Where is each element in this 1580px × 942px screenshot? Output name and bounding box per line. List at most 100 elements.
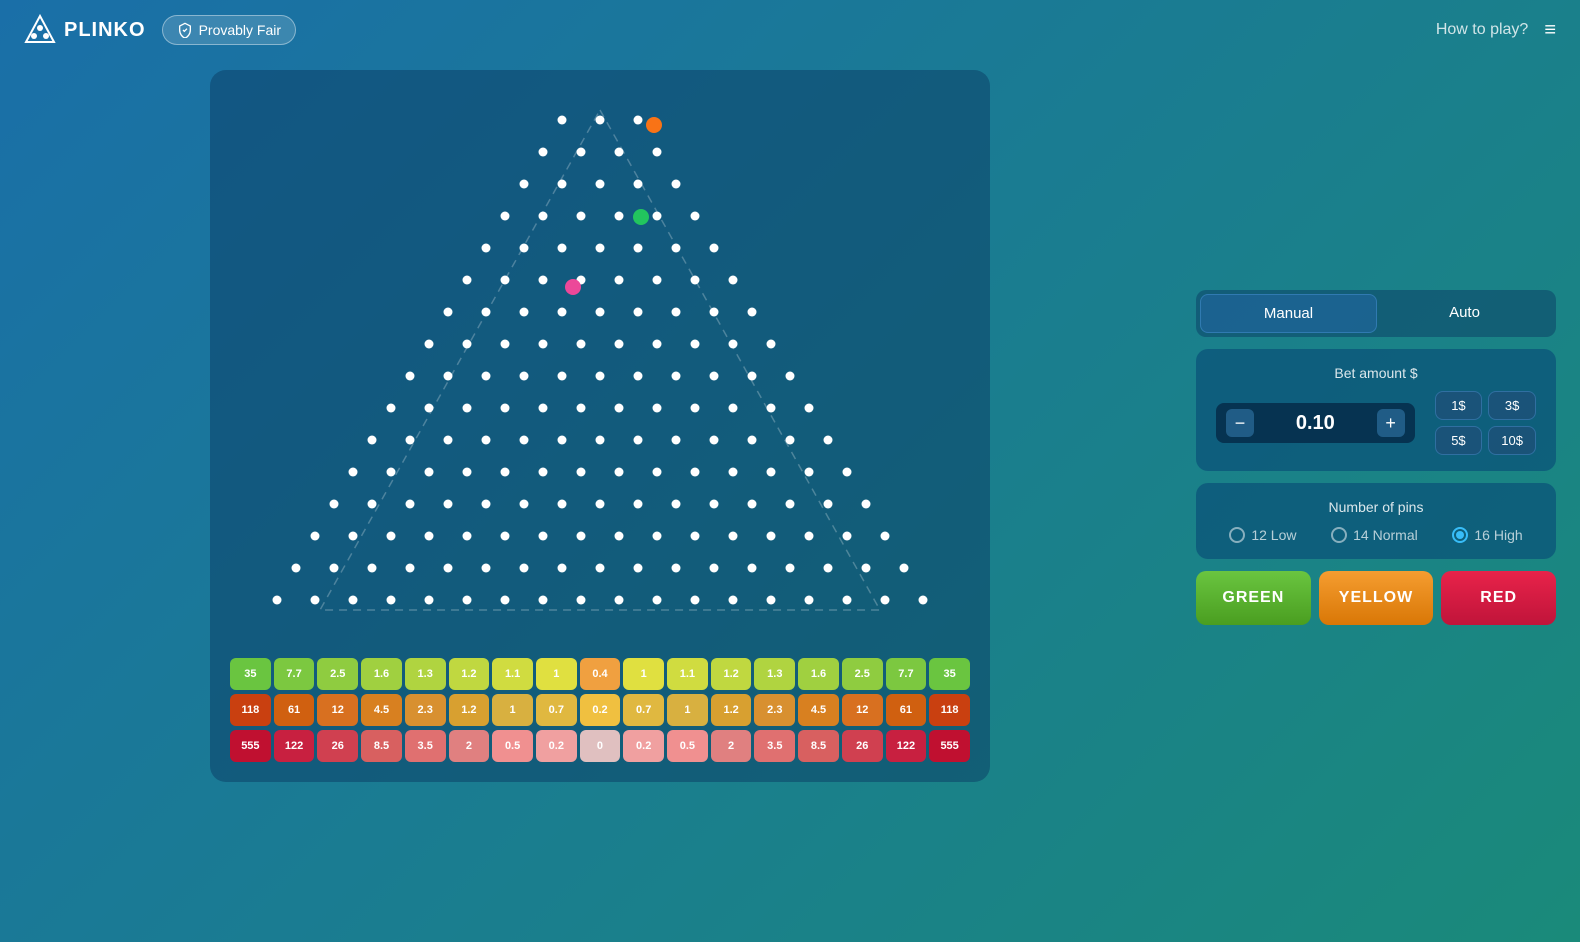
pin <box>881 596 890 605</box>
green-button[interactable]: GREEN <box>1196 571 1311 625</box>
pin <box>406 372 415 381</box>
pin <box>862 500 871 509</box>
multiplier-cell: 0 <box>580 730 621 762</box>
pin <box>482 372 491 381</box>
pin <box>634 308 643 317</box>
pin <box>843 468 852 477</box>
yellow-multiplier-row: 11861124.52.31.210.70.20.711.22.34.51261… <box>230 694 970 726</box>
multiplier-cell: 555 <box>929 730 970 762</box>
quick-bets: 1$3$5$10$ <box>1435 391 1536 455</box>
pin <box>482 244 491 253</box>
multiplier-cell: 1.3 <box>754 658 795 690</box>
pin <box>824 564 833 573</box>
multiplier-cell: 1.3 <box>405 658 446 690</box>
tab-manual[interactable]: Manual <box>1200 294 1377 333</box>
quick-bet-1$[interactable]: 1$ <box>1435 391 1483 420</box>
multiplier-cell: 8.5 <box>798 730 839 762</box>
bet-decrease-button[interactable]: − <box>1226 409 1254 437</box>
pin <box>767 340 776 349</box>
pin <box>653 276 662 285</box>
board-container: 357.72.51.61.31.21.110.411.11.21.31.62.5… <box>24 70 1176 932</box>
pin <box>862 564 871 573</box>
pin <box>520 180 529 189</box>
pin <box>710 372 719 381</box>
multiplier-cell: 35 <box>230 658 271 690</box>
pin <box>482 308 491 317</box>
pin <box>615 276 624 285</box>
pin <box>729 468 738 477</box>
header-left: PLINKO Provably Fair <box>24 14 296 46</box>
pin <box>900 564 909 573</box>
pin <box>501 596 510 605</box>
pin <box>577 148 586 157</box>
pins-options: 12 Low 14 Normal 16 High <box>1216 527 1536 543</box>
board-wrapper: 357.72.51.61.31.21.110.411.11.21.31.62.5… <box>210 70 990 782</box>
multiplier-cell: 1 <box>492 694 533 726</box>
pin <box>577 468 586 477</box>
pin <box>330 500 339 509</box>
pin <box>672 564 681 573</box>
pin <box>634 244 643 253</box>
pin <box>691 340 700 349</box>
multiplier-cell: 3.5 <box>405 730 446 762</box>
multiplier-cell: 1.2 <box>449 658 490 690</box>
pin <box>596 500 605 509</box>
pin <box>691 468 700 477</box>
pin <box>615 532 624 541</box>
pin <box>539 148 548 157</box>
pin <box>330 564 339 573</box>
bet-increase-button[interactable]: + <box>1377 409 1405 437</box>
bet-amount-card: Bet amount $ − 0.10 + 1$3$5$10$ <box>1196 349 1556 471</box>
pin <box>786 564 795 573</box>
pin <box>729 532 738 541</box>
pin <box>463 340 472 349</box>
pin <box>691 404 700 413</box>
pin <box>311 596 320 605</box>
green-multiplier-row: 357.72.51.61.31.21.110.411.11.21.31.62.5… <box>230 658 970 690</box>
pin <box>425 468 434 477</box>
pin <box>596 308 605 317</box>
pin <box>843 532 852 541</box>
pin-option-14normal[interactable]: 14 Normal <box>1331 527 1418 543</box>
multiplier-cell: 4.5 <box>361 694 402 726</box>
pin <box>881 532 890 541</box>
pin <box>406 564 415 573</box>
pin <box>444 436 453 445</box>
tab-auto[interactable]: Auto <box>1377 294 1552 333</box>
yellow-button[interactable]: YELLOW <box>1319 571 1434 625</box>
pin <box>596 180 605 189</box>
logo: PLINKO <box>24 14 146 46</box>
quick-bet-5$[interactable]: 5$ <box>1435 426 1483 455</box>
pin-option-12low[interactable]: 12 Low <box>1229 527 1296 543</box>
multiplier-cell: 61 <box>274 694 315 726</box>
menu-icon[interactable]: ≡ <box>1544 19 1556 42</box>
pin-label-14normal: 14 Normal <box>1353 527 1418 543</box>
pin <box>767 532 776 541</box>
pin <box>805 532 814 541</box>
pin <box>558 372 567 381</box>
logo-text: PLINKO <box>64 19 146 42</box>
pin <box>501 340 510 349</box>
how-to-play-link[interactable]: How to play? <box>1436 21 1529 39</box>
pin <box>368 436 377 445</box>
multiplier-cell: 8.5 <box>361 730 402 762</box>
pin <box>596 244 605 253</box>
red-button[interactable]: RED <box>1441 571 1556 625</box>
pin-option-16high[interactable]: 16 High <box>1452 527 1522 543</box>
pin <box>273 596 282 605</box>
pin <box>767 468 776 477</box>
pin <box>672 308 681 317</box>
pin <box>558 180 567 189</box>
pin <box>482 564 491 573</box>
pins-title: Number of pins <box>1216 499 1536 515</box>
multiplier-cell: 2.3 <box>754 694 795 726</box>
provably-fair-button[interactable]: Provably Fair <box>162 15 296 45</box>
pin <box>615 212 624 221</box>
pin <box>653 212 662 221</box>
pin <box>349 532 358 541</box>
pin <box>596 372 605 381</box>
quick-bet-10$[interactable]: 10$ <box>1488 426 1536 455</box>
pin <box>653 148 662 157</box>
quick-bet-3$[interactable]: 3$ <box>1488 391 1536 420</box>
pin <box>615 468 624 477</box>
